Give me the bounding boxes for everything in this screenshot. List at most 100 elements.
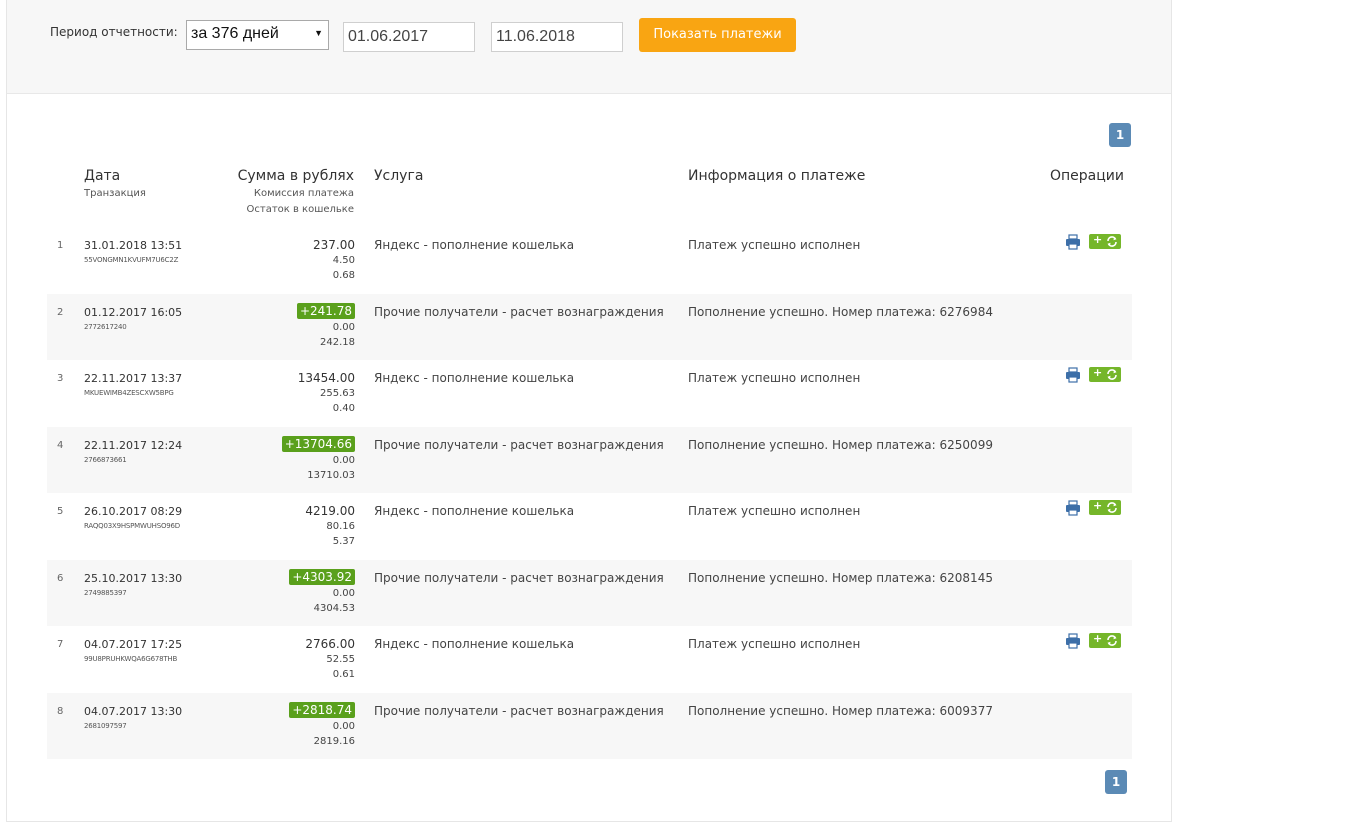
repeat-payment-icon[interactable]: +	[1089, 632, 1121, 648]
row-amount-cell: 13454.00	[298, 369, 355, 387]
row-amount-cell: 4219.00	[305, 502, 355, 520]
row-number: 2	[57, 306, 64, 318]
column-subheader-balance: Остаток в кошельке	[246, 204, 355, 215]
row-balance: 0.61	[332, 669, 355, 680]
row-fee: 0.00	[332, 454, 355, 466]
row-payment-info: Пополнение успешно. Номер платежа: 60093…	[688, 703, 993, 718]
column-header-amount: Сумма в рублях	[237, 168, 354, 184]
row-service: Прочие получатели - расчет вознаграждени…	[374, 304, 664, 319]
dropdown-arrow-icon: ▼	[314, 28, 323, 38]
table-row: 6 25.10.2017 13:30 2749885397 +4303.92 0.00 4…	[47, 559, 1132, 626]
row-transaction-id: 55VONGMN1KVUFM7U6C2Z	[84, 256, 179, 264]
row-date: 25.10.2017 13:30	[84, 571, 183, 585]
row-service: Прочие получатели - расчет вознаграждени…	[374, 437, 664, 452]
row-payment-info: Пополнение успешно. Номер платежа: 62081…	[688, 570, 993, 585]
row-amount: 4219.00	[305, 504, 355, 518]
row-amount-cell: +4303.92	[289, 568, 355, 587]
row-balance: 2819.16	[313, 735, 355, 747]
row-date: 01.12.2017 16:05	[84, 305, 183, 319]
pagination-page-bottom[interactable]: 1	[1105, 770, 1127, 794]
row-balance: 0.40	[332, 403, 355, 414]
row-number: 4	[57, 439, 64, 451]
row-amount: +2818.74	[289, 701, 355, 718]
row-transaction-id: RAQQ03X9HSPMWUHSO96D	[84, 522, 180, 530]
row-amount: +241.78	[296, 302, 355, 319]
row-balance: 4304.53	[313, 602, 355, 614]
row-amount-cell: 2766.00	[305, 635, 355, 653]
table-row: 7 04.07.2017 17:25 99U8PRUHKWQA6G678THB 276…	[47, 626, 1132, 692]
row-service: Яндекс - пополнение кошелька	[374, 371, 575, 385]
row-amount-cell: +13704.66	[281, 435, 355, 454]
table-row: 5 26.10.2017 08:29 RAQQ03X9HSPMWUHSO96D 421…	[47, 493, 1132, 559]
column-subheader-fee: Комиссия платежа	[253, 188, 354, 199]
row-service: Прочие получатели - расчет вознаграждени…	[374, 570, 664, 585]
row-payment-info: Платеж успешно исполнен	[688, 371, 861, 385]
column-subheader-transaction: Транзакция	[84, 188, 146, 199]
row-fee: 52.55	[326, 654, 355, 665]
row-number: 1	[57, 240, 64, 251]
row-transaction-id: 2681097597	[84, 721, 127, 730]
filter-bar: Период отчетности: за 376 дней ▼ 01.06.2…	[7, 0, 1171, 94]
row-amount-cell: +2818.74	[289, 701, 355, 720]
period-label: Период отчетности:	[50, 25, 178, 39]
printer-icon[interactable]	[1065, 500, 1081, 516]
period-select[interactable]: за 376 дней ▼	[186, 20, 329, 50]
row-amount-cell: 237.00	[313, 236, 355, 254]
repeat-payment-icon[interactable]: +	[1089, 233, 1121, 249]
row-date: 04.07.2017 17:25	[84, 638, 183, 651]
row-amount: 2766.00	[305, 637, 355, 651]
row-amount: 13454.00	[297, 371, 355, 385]
row-balance: 242.18	[320, 336, 355, 348]
repeat-payment-icon[interactable]: +	[1089, 366, 1121, 382]
row-date: 31.01.2018 13:51	[84, 239, 183, 252]
row-amount: +4303.92	[289, 568, 355, 585]
table-row: 8 04.07.2017 13:30 2681097597 +2818.74 0.00 2…	[47, 692, 1132, 759]
row-date: 22.11.2017 12:24	[84, 438, 183, 452]
row-payment-info: Платеж успешно исполнен	[688, 238, 861, 252]
date-to-input[interactable]: 11.06.2018	[491, 22, 623, 52]
printer-icon[interactable]	[1065, 633, 1081, 649]
row-transaction-id: 2749885397	[84, 588, 127, 597]
row-date: 22.11.2017 13:37	[84, 372, 183, 385]
date-from-input[interactable]: 01.06.2017	[343, 22, 475, 52]
printer-icon[interactable]	[1065, 234, 1081, 250]
column-header-date: Дата	[84, 168, 121, 184]
row-number: 3	[57, 373, 64, 384]
show-payments-button[interactable]: Показать платежи	[639, 18, 796, 52]
row-transaction-id: 99U8PRUHKWQA6G678THB	[84, 655, 178, 663]
row-payment-info: Платеж успешно исполнен	[688, 504, 861, 518]
row-date: 26.10.2017 08:29	[84, 505, 183, 518]
row-payment-info: Пополнение успешно. Номер платежа: 62500…	[688, 437, 993, 452]
row-service: Яндекс - пополнение кошелька	[374, 504, 575, 518]
row-payment-info: Платеж успешно исполнен	[688, 637, 861, 651]
repeat-payment-icon[interactable]: +	[1089, 499, 1121, 515]
printer-icon[interactable]	[1065, 367, 1081, 383]
row-fee: 0.00	[332, 720, 355, 732]
row-service: Яндекс - пополнение кошелька	[374, 238, 575, 252]
row-service: Прочие получатели - расчет вознаграждени…	[374, 703, 664, 718]
row-balance: 5.37	[332, 536, 355, 547]
row-balance: 13710.03	[307, 469, 355, 481]
row-number: 6	[57, 572, 64, 584]
column-header-service: Услуга	[374, 168, 424, 184]
row-fee: 255.63	[320, 388, 355, 399]
row-fee: 4.50	[332, 255, 355, 266]
row-fee: 0.00	[332, 321, 355, 333]
row-amount: +13704.66	[281, 435, 355, 452]
row-payment-info: Пополнение успешно. Номер платежа: 62769…	[688, 304, 993, 319]
row-balance: 0.68	[332, 270, 355, 281]
table-row: 2 01.12.2017 16:05 2772617240 +241.78 0.00 24…	[47, 293, 1132, 360]
row-transaction-id: MKUEWIMB4ZESCXW5BPG	[84, 389, 174, 397]
row-transaction-id: 2766873661	[84, 455, 127, 464]
period-value: за 376 дней	[191, 25, 279, 42]
row-fee: 80.16	[326, 521, 355, 532]
table-row: 4 22.11.2017 12:24 2766873661 +13704.66 0.00…	[47, 426, 1132, 493]
row-transaction-id: 2772617240	[84, 322, 127, 331]
table-row: 3 22.11.2017 13:37 MKUEWIMB4ZESCXW5BPG 1345…	[47, 360, 1132, 426]
row-date: 04.07.2017 13:30	[84, 704, 183, 718]
row-fee: 0.00	[332, 587, 355, 599]
pagination-page-top[interactable]: 1	[1109, 123, 1131, 147]
row-number: 5	[57, 506, 64, 517]
row-service: Яндекс - пополнение кошелька	[374, 637, 575, 651]
payments-panel: Период отчетности: за 376 дней ▼ 01.06.2…	[6, 0, 1172, 822]
